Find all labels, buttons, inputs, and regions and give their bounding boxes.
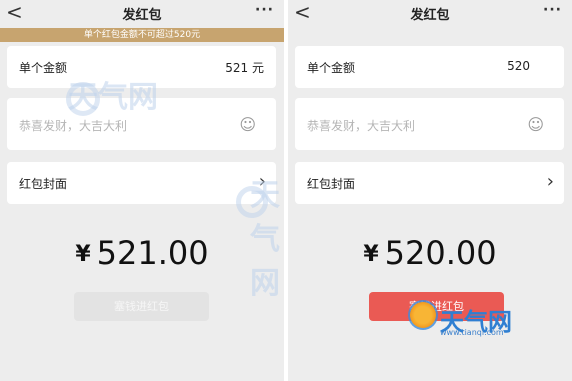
chevron-right-icon: ›	[546, 171, 554, 192]
emoji-icon[interactable]: ☺	[239, 115, 256, 134]
cover-row[interactable]: 红包封面 ›	[295, 162, 564, 204]
total-amount-value: 520.00	[384, 234, 497, 272]
send-button-disabled[interactable]: 塞钱进红包	[74, 292, 209, 321]
message-input[interactable]: 恭喜发财，大吉大利	[307, 117, 415, 134]
more-options-icon[interactable]: ···	[255, 2, 274, 18]
amount-row[interactable]: 单个金额 520	[295, 46, 564, 88]
cover-label: 红包封面	[19, 177, 68, 191]
amount-input[interactable]: 520	[507, 59, 530, 73]
page-title: 发红包	[410, 8, 450, 23]
yen-symbol: ¥	[363, 242, 379, 267]
amount-label: 单个金额	[307, 61, 356, 75]
left-screen: < 发红包 ··· 单个红包金额不可超过520元 单个金额 521 元 恭喜发财…	[0, 0, 284, 381]
chevron-right-icon: ›	[258, 171, 266, 192]
watermark-sun-icon	[408, 300, 438, 330]
cover-row[interactable]: 红包封面 ›	[7, 162, 276, 204]
watermark-url: www.tianqi.com	[440, 328, 504, 337]
yen-symbol: ¥	[75, 242, 91, 267]
amount-row[interactable]: 单个金额 521 元	[7, 46, 276, 88]
total-amount-value: 521.00	[96, 234, 209, 272]
nav-bar: < 发红包 ···	[0, 0, 284, 26]
total-amount: ¥521.00	[0, 234, 284, 272]
amount-input[interactable]: 521 元	[225, 59, 264, 76]
emoji-icon[interactable]: ☺	[527, 115, 544, 134]
message-row[interactable]: 恭喜发财，大吉大利 ☺	[7, 98, 276, 150]
cover-label: 红包封面	[307, 177, 356, 191]
more-options-icon[interactable]: ···	[543, 2, 562, 18]
total-amount: ¥520.00	[288, 234, 572, 272]
nav-bar: < 发红包 ···	[288, 0, 572, 26]
message-input[interactable]: 恭喜发财，大吉大利	[19, 117, 127, 134]
amount-limit-warning: 单个红包金额不可超过520元	[0, 28, 284, 42]
message-row[interactable]: 恭喜发财，大吉大利 ☺	[295, 98, 564, 150]
page-title: 发红包	[122, 8, 162, 23]
amount-label: 单个金额	[19, 61, 68, 75]
